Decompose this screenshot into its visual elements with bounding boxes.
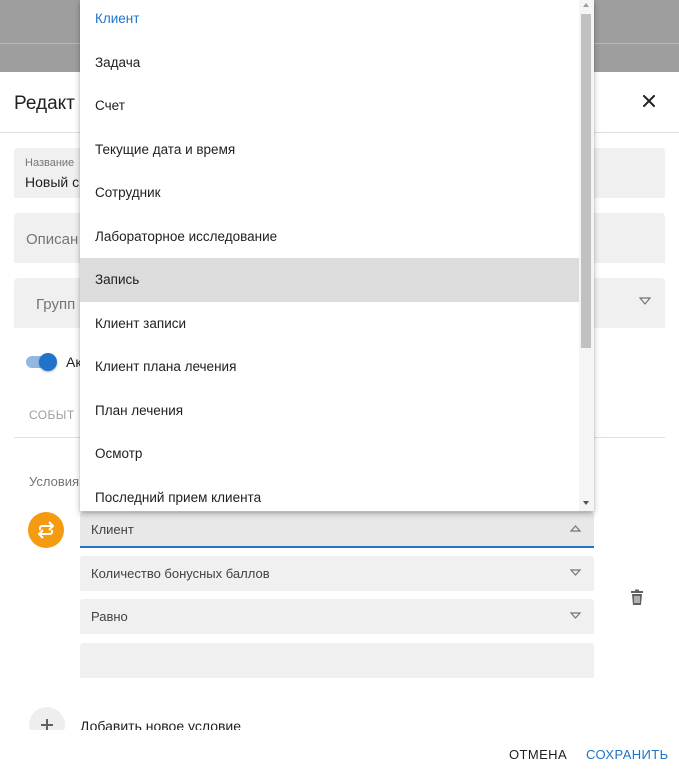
entity-dropdown-menu: Клиент Задача Счет Текущие дата и время … (80, 0, 594, 511)
condition-type-badge (28, 512, 64, 548)
name-field-label: Название (25, 157, 75, 169)
dropdown-scrollbar[interactable] (579, 0, 594, 511)
triangle-down-icon (570, 569, 581, 576)
cancel-button[interactable]: ОТМЕНА (509, 747, 567, 762)
condition-entity-value: Клиент (91, 522, 134, 537)
dropdown-options-list: Клиент Задача Счет Текущие дата и время … (80, 0, 579, 511)
scroll-down-arrow-icon[interactable] (583, 501, 589, 505)
condition-entity-select[interactable]: Клиент (80, 512, 594, 548)
condition-operator-select[interactable]: Равно (80, 599, 594, 634)
tab-events[interactable]: СОБЫТ (29, 408, 75, 422)
close-icon (643, 95, 655, 107)
dropdown-option[interactable]: Лабораторное исследование (80, 215, 579, 259)
dropdown-option[interactable]: Счет (80, 84, 579, 128)
dropdown-option[interactable]: Клиент плана лечения (80, 345, 579, 389)
close-button[interactable] (636, 88, 662, 114)
swap-icon (38, 521, 54, 539)
dropdown-option[interactable]: Осмотр (80, 432, 579, 476)
condition-operator-value: Равно (91, 609, 128, 624)
dropdown-option[interactable]: Клиент (80, 0, 579, 41)
save-button[interactable]: СОХРАНИТЬ (586, 747, 669, 762)
scroll-up-arrow-icon[interactable] (583, 3, 589, 7)
dropdown-option[interactable]: Запись (80, 258, 579, 302)
triangle-up-icon (570, 525, 581, 532)
dropdown-option[interactable]: Задача (80, 41, 579, 85)
active-toggle[interactable] (26, 353, 58, 371)
dropdown-option[interactable]: Клиент записи (80, 302, 579, 346)
dialog-footer: ОТМЕНА СОХРАНИТЬ (0, 730, 679, 780)
name-field-value: Новый сц (25, 174, 88, 190)
delete-condition-button[interactable] (627, 588, 647, 608)
scrollbar-thumb[interactable] (581, 14, 591, 348)
dialog-title: Редакт (14, 93, 75, 114)
trash-icon (631, 589, 643, 605)
description-placeholder: Описан (26, 231, 79, 248)
condition-field-select[interactable]: Количество бонусных баллов (80, 556, 594, 591)
triangle-down-icon (570, 612, 581, 619)
dropdown-option[interactable]: План лечения (80, 389, 579, 433)
group-placeholder: Групп (36, 296, 76, 313)
condition-value-input[interactable] (80, 643, 594, 678)
triangle-down-icon (639, 297, 651, 305)
conditions-label: Условия (29, 474, 80, 489)
dropdown-option[interactable]: Текущие дата и время (80, 128, 579, 172)
dropdown-option[interactable]: Последний прием клиента (80, 476, 579, 512)
condition-field-value: Количество бонусных баллов (91, 566, 270, 581)
toggle-thumb (39, 353, 57, 371)
dropdown-option[interactable]: Сотрудник (80, 171, 579, 215)
